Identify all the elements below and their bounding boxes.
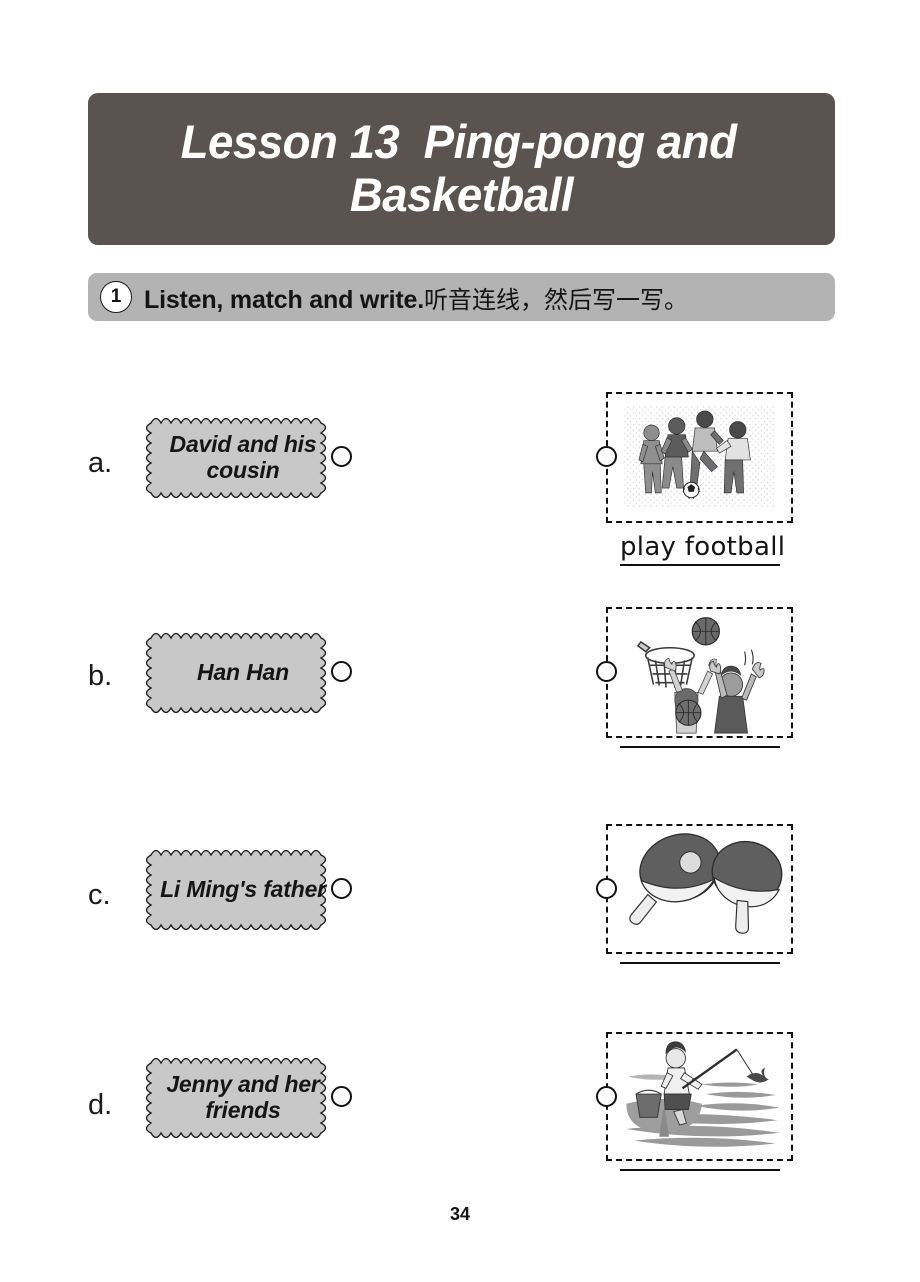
basketball-players-icon xyxy=(636,617,765,734)
name-bubble-label-b: Han Han xyxy=(197,658,289,685)
picture-frame-basketball[interactable] xyxy=(606,607,793,738)
connector-node-left-a[interactable] xyxy=(331,446,352,467)
answer-rule-a xyxy=(620,563,780,566)
name-bubble-c[interactable]: Li Ming's father xyxy=(145,843,341,935)
connector-node-right-d[interactable] xyxy=(596,1086,617,1107)
connector-node-left-d[interactable] xyxy=(331,1086,352,1107)
connector-node-right-b[interactable] xyxy=(596,661,617,682)
name-bubble-label-c: Li Ming's father xyxy=(160,875,326,902)
answer-slot-a[interactable]: play football xyxy=(620,532,786,566)
answer-text-a: play football xyxy=(620,532,786,562)
connector-node-right-c[interactable] xyxy=(596,878,617,899)
answer-rule-d xyxy=(620,1169,780,1171)
page-number: 34 xyxy=(449,1204,471,1224)
name-bubble-label-d: Jenny and her friends xyxy=(166,1070,320,1123)
row-letter-d: d. xyxy=(88,1089,113,1121)
picture-frame-fishing[interactable] xyxy=(606,1032,793,1161)
picture-frame-football[interactable] xyxy=(606,392,793,523)
picture-frame-pingpong[interactable] xyxy=(606,824,793,954)
answer-rule-b xyxy=(620,746,780,748)
connector-node-right-a[interactable] xyxy=(596,446,617,467)
connector-node-left-b[interactable] xyxy=(331,661,352,682)
answer-slot-c[interactable] xyxy=(620,960,780,964)
football-players-icon xyxy=(624,405,775,509)
answer-rule-c xyxy=(620,962,780,964)
answer-slot-d[interactable] xyxy=(620,1167,780,1171)
boy-fishing-icon xyxy=(626,1041,780,1147)
matching-exercise: a. David and his cousin play football b.… xyxy=(0,0,920,1282)
ping-pong-paddles-icon xyxy=(629,833,783,934)
row-letter-b: b. xyxy=(88,660,113,692)
name-bubble-a[interactable]: David and his cousin xyxy=(145,411,341,503)
row-letter-a: a. xyxy=(88,447,113,479)
name-bubble-label-a: David and his cousin xyxy=(169,430,317,483)
answer-slot-b[interactable] xyxy=(620,744,780,748)
connector-node-left-c[interactable] xyxy=(331,878,352,899)
row-letter-c: c. xyxy=(88,879,111,911)
name-bubble-d[interactable]: Jenny and her friends xyxy=(145,1051,341,1143)
name-bubble-b[interactable]: Han Han xyxy=(145,626,341,718)
